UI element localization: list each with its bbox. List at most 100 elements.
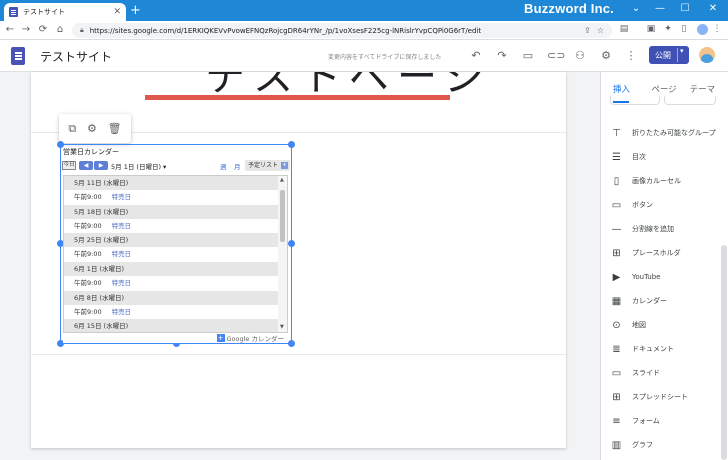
insert-item-label: フォーム <box>632 417 660 425</box>
event-title[interactable]: 特売日 <box>112 279 132 287</box>
agenda-event-row[interactable]: 午前9:00 特売日 <box>64 276 287 291</box>
browser-menu-icon[interactable]: ⋮ <box>712 24 722 35</box>
resize-handle[interactable] <box>288 141 295 148</box>
layout-card-edge[interactable] <box>664 96 716 105</box>
insert-item[interactable]: ⊤ 折りたたみ可能なグループ <box>611 121 721 145</box>
calendar-agenda-list: 5月 11日 (水曜日) 午前9:00 特売日 5月 18日 (水曜日) 午前9:… <box>63 175 288 333</box>
calendar-scroll-thumb[interactable] <box>280 190 285 242</box>
insert-item[interactable]: ▯ 画像カルーセル <box>611 169 721 193</box>
side-panel-icon[interactable]: ▯ <box>679 24 689 35</box>
tab-title: テストサイト <box>23 8 65 16</box>
calendar-view-month-tab[interactable]: 月 <box>234 161 241 171</box>
extension-icon[interactable]: ▣ <box>646 24 656 35</box>
tab-search-icon[interactable]: ⌄ <box>627 3 645 14</box>
panel-scrollbar[interactable] <box>721 245 727 460</box>
layout-card-edge[interactable] <box>610 96 660 105</box>
publish-divider <box>677 48 678 62</box>
close-window-button[interactable]: ✕ <box>704 3 722 14</box>
extensions-puzzle-icon[interactable]: ✦ <box>663 24 673 35</box>
scroll-up-arrow-icon[interactable]: ▲ <box>280 177 284 183</box>
calendar-view-agenda-tab[interactable]: 予定リスト ▾ <box>245 160 290 171</box>
calendar-next-button[interactable]: ▶ <box>94 161 108 170</box>
insert-item[interactable]: ▦ カレンダー <box>611 289 721 313</box>
agenda-event-row[interactable]: 午前9:00 特売日 <box>64 218 287 234</box>
home-icon[interactable]: ⌂ <box>54 23 66 37</box>
agenda-day-header: 5月 25日 (水曜日) <box>64 233 287 248</box>
divider-icon: — <box>611 223 622 235</box>
event-title[interactable]: 特売日 <box>112 193 132 201</box>
copy-link-icon[interactable]: ⊂⊃ <box>547 49 565 63</box>
header-section[interactable]: テストページ <box>31 72 566 110</box>
calendar-prev-button[interactable]: ◀ <box>79 161 93 170</box>
publish-button[interactable]: 公開 ▾ <box>649 46 689 64</box>
embed-settings-icon[interactable]: ⚙ <box>87 122 97 135</box>
brand-watermark: Buzzword Inc. <box>524 1 614 16</box>
tab-close-icon[interactable]: ✕ <box>113 7 121 17</box>
calendar-today-button[interactable]: 今日 <box>62 161 76 170</box>
share-with-others-icon[interactable]: ⚇ <box>573 49 587 63</box>
event-title[interactable]: 特売日 <box>112 222 132 230</box>
address-bar[interactable]: 🔒︎ https://sites.google.com/d/1ERKIQKEVv… <box>72 23 612 38</box>
reload-icon[interactable]: ⟳ <box>37 23 49 37</box>
calendar-icon: ▦ <box>611 295 622 307</box>
browser-tab[interactable]: テストサイト ✕ <box>4 3 126 21</box>
tab-insert[interactable]: 挿入 <box>613 83 651 95</box>
back-arrow-icon[interactable]: ← <box>4 23 16 37</box>
insert-item[interactable]: ≡ フォーム <box>611 409 721 433</box>
event-title[interactable]: 特売日 <box>112 250 132 258</box>
resize-handle[interactable] <box>288 240 295 247</box>
maximize-button[interactable]: ☐ <box>676 3 694 14</box>
insert-item[interactable]: ▶ YouTube <box>611 265 721 289</box>
forward-arrow-icon[interactable]: → <box>20 23 32 37</box>
more-options-icon[interactable]: ⋮ <box>624 49 638 63</box>
calendar-footer: + Google カレンダー <box>63 333 288 343</box>
google-calendar-link[interactable]: Google カレンダー <box>227 333 285 343</box>
google-sites-logo-icon[interactable] <box>11 47 25 65</box>
google-translate-icon[interactable]: ▤ <box>619 24 629 35</box>
insert-item[interactable]: — 分割線を追加 <box>611 217 721 241</box>
insert-item[interactable]: ⊙ 地図 <box>611 313 721 337</box>
open-in-new-icon[interactable]: ⧉ <box>68 122 76 136</box>
site-name[interactable]: テストサイト <box>40 48 112 65</box>
calendar-date-picker[interactable]: 5月 1日 (日曜日) ▾ <box>111 161 166 171</box>
insert-item[interactable]: ▭ スライド <box>611 361 721 385</box>
scroll-down-arrow-icon[interactable]: ▼ <box>280 324 284 330</box>
calendar-view-dropdown-icon[interactable]: ▾ <box>281 162 288 169</box>
agenda-event-row[interactable]: 午前9:00 特売日 <box>64 247 287 263</box>
share-icon[interactable]: ⇪ <box>584 26 591 35</box>
publish-label: 公開 <box>655 50 671 60</box>
bookmark-star-icon[interactable]: ☆ <box>597 26 604 35</box>
redo-icon[interactable]: ↷ <box>495 49 509 63</box>
insert-item[interactable]: ⊞ スプレッドシート <box>611 385 721 409</box>
insert-item[interactable]: ▭ ボタン <box>611 193 721 217</box>
chart-icon: ▥ <box>611 439 622 451</box>
sites-favicon-icon <box>9 7 18 17</box>
insert-item-label: ドキュメント <box>632 345 674 353</box>
collapsible-group-icon: ⊤ <box>612 127 621 139</box>
section-divider <box>31 354 566 355</box>
insert-item[interactable]: ☰ 目次 <box>611 145 721 169</box>
agenda-event-row[interactable]: 午前9:00 特売日 <box>64 304 287 320</box>
delete-trash-icon[interactable]: 🗑︎ <box>108 122 122 135</box>
publish-dropdown-icon[interactable]: ▾ <box>680 47 684 55</box>
browser-profile-avatar[interactable] <box>697 24 708 35</box>
add-to-google-calendar-icon[interactable]: + <box>216 334 225 342</box>
tab-themes[interactable]: テーマ <box>690 83 728 95</box>
insert-item[interactable]: ⊞ プレースホルダ <box>611 241 721 265</box>
insert-item[interactable]: ▥ グラフ <box>611 433 721 457</box>
agenda-event-row[interactable]: 午前9:00 特売日 <box>64 190 287 205</box>
device-preview-icon[interactable]: ▭ <box>521 49 535 63</box>
sheets-icon: ⊞ <box>612 391 621 403</box>
tab-pages[interactable]: ページ <box>651 83 689 95</box>
resize-handle[interactable] <box>288 340 295 347</box>
insert-item[interactable]: ≣ ドキュメント <box>611 337 721 361</box>
undo-icon[interactable]: ↶ <box>469 49 483 63</box>
new-tab-button[interactable]: + <box>130 3 141 19</box>
minimize-button[interactable]: — <box>651 3 669 14</box>
settings-gear-icon[interactable]: ⚙ <box>599 49 613 63</box>
user-avatar[interactable] <box>699 47 715 63</box>
event-title[interactable]: 特売日 <box>112 308 132 316</box>
url-text[interactable]: https://sites.google.com/d/1ERKIQKEVvPvo… <box>90 27 578 35</box>
insert-item-label: グラフ <box>632 441 653 449</box>
calendar-view-week-tab[interactable]: 週 <box>220 161 227 171</box>
